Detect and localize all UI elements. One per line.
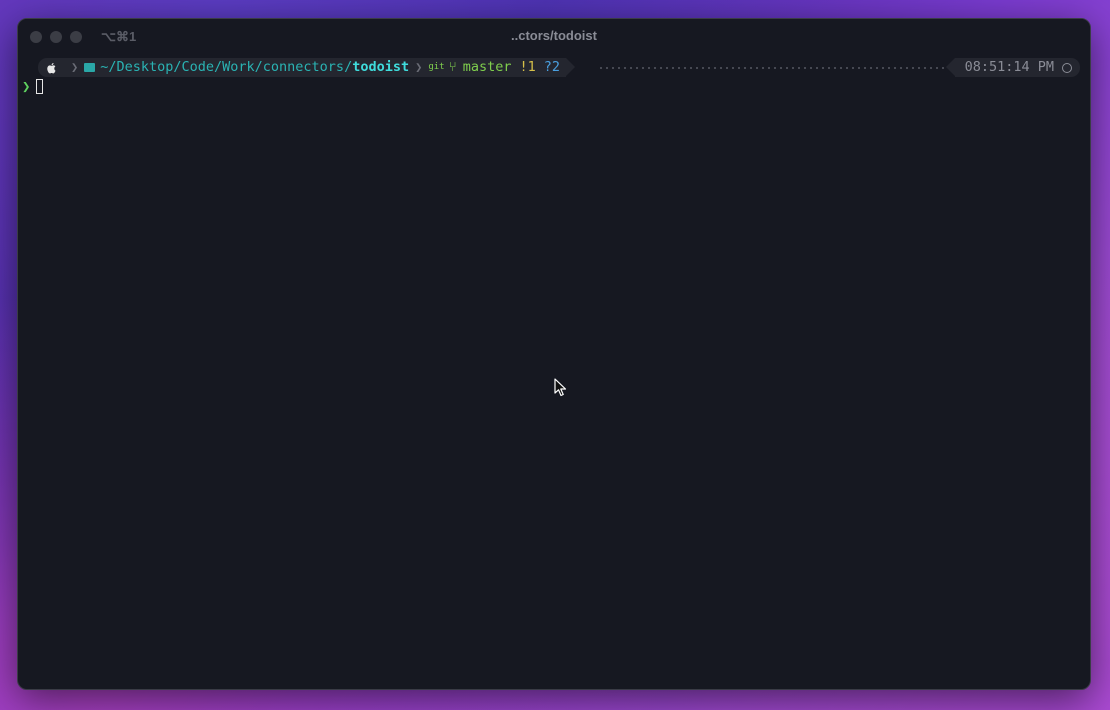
prompt-right-segment: 08:51:14 PM: [945, 58, 1080, 77]
prompt-time: 08:51:14 PM: [964, 59, 1054, 75]
git-branch-icon: ⑂: [448, 59, 457, 75]
folder-icon: [84, 63, 96, 72]
segment-separator-icon: ❯: [415, 60, 423, 74]
git-modified-count: !1: [519, 59, 536, 75]
git-untracked-count: ?2: [543, 59, 561, 75]
prompt-filler-dots: [598, 67, 948, 69]
clock-icon: [1062, 62, 1072, 73]
text-cursor: [36, 79, 44, 94]
window-title: ..ctors/todoist: [511, 28, 597, 43]
mouse-pointer-icon: [554, 378, 567, 397]
segment-separator-icon: ❯: [71, 60, 79, 74]
path-prefix: ~/Desktop/Code/Work/connectors/: [100, 59, 353, 75]
terminal-window[interactable]: ⌥⌘1 ..ctors/todoist ❯ ~/Desktop/Code/Wor…: [17, 18, 1091, 690]
command-line[interactable]: ❯: [22, 77, 44, 96]
current-directory: todoist: [352, 59, 410, 75]
prompt-left-segment: ❯ ~/Desktop/Code/Work/connectors/todoist…: [38, 58, 576, 77]
title-bar[interactable]: ⌥⌘1 ..ctors/todoist: [18, 19, 1090, 55]
git-icon: git: [428, 62, 445, 72]
prompt-status-line: ❯ ~/Desktop/Code/Work/connectors/todoist…: [38, 58, 1080, 77]
apple-logo-icon: [47, 62, 56, 73]
git-branch-name: master: [462, 59, 512, 75]
prompt-symbol: ❯: [22, 78, 31, 95]
